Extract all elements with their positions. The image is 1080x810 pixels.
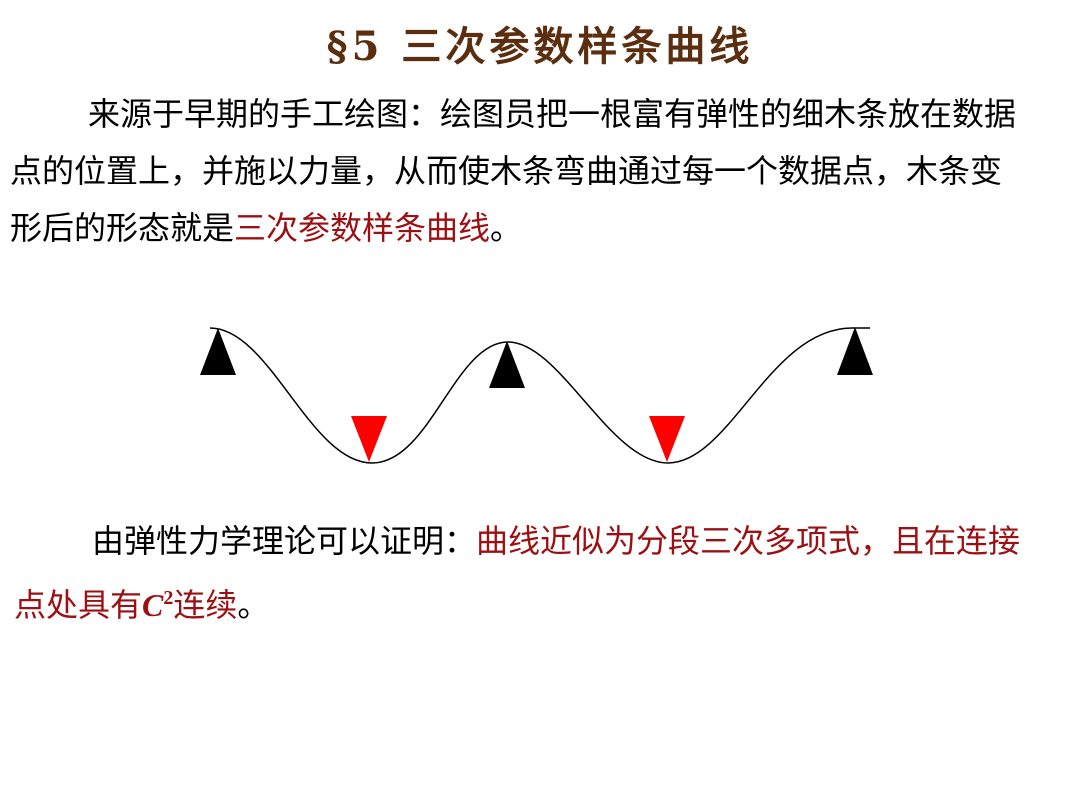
c-letter: C (142, 587, 164, 623)
spline-diagram (200, 327, 873, 464)
theory-text: 由弹性力学理论可以证明： (92, 522, 477, 560)
intro-end: 。 (490, 209, 523, 247)
theory-paragraph: 由弹性力学理论可以证明：曲线近似为分段三次多项式，且在连接点处具有C2连续。 (14, 513, 1034, 634)
spline-curve (209, 327, 870, 464)
support-up-3 (837, 327, 873, 375)
support-up-2 (489, 341, 525, 388)
intro-highlight: 三次参数样条曲线 (234, 209, 491, 247)
support-down-2 (649, 416, 685, 462)
theory-end: 。 (237, 586, 270, 624)
intro-paragraph: 来源于早期的手工绘图：绘图员把一根富有弹性的细木条放在数据点的位置上，并施以力量… (10, 86, 1030, 257)
theory-highlight-suffix: 连续 (173, 586, 238, 624)
c-superscript: 2 (163, 587, 174, 609)
page-title: §5 三次参数样条曲线 (326, 23, 754, 70)
support-down-1 (351, 416, 387, 462)
support-up-1 (200, 328, 236, 375)
